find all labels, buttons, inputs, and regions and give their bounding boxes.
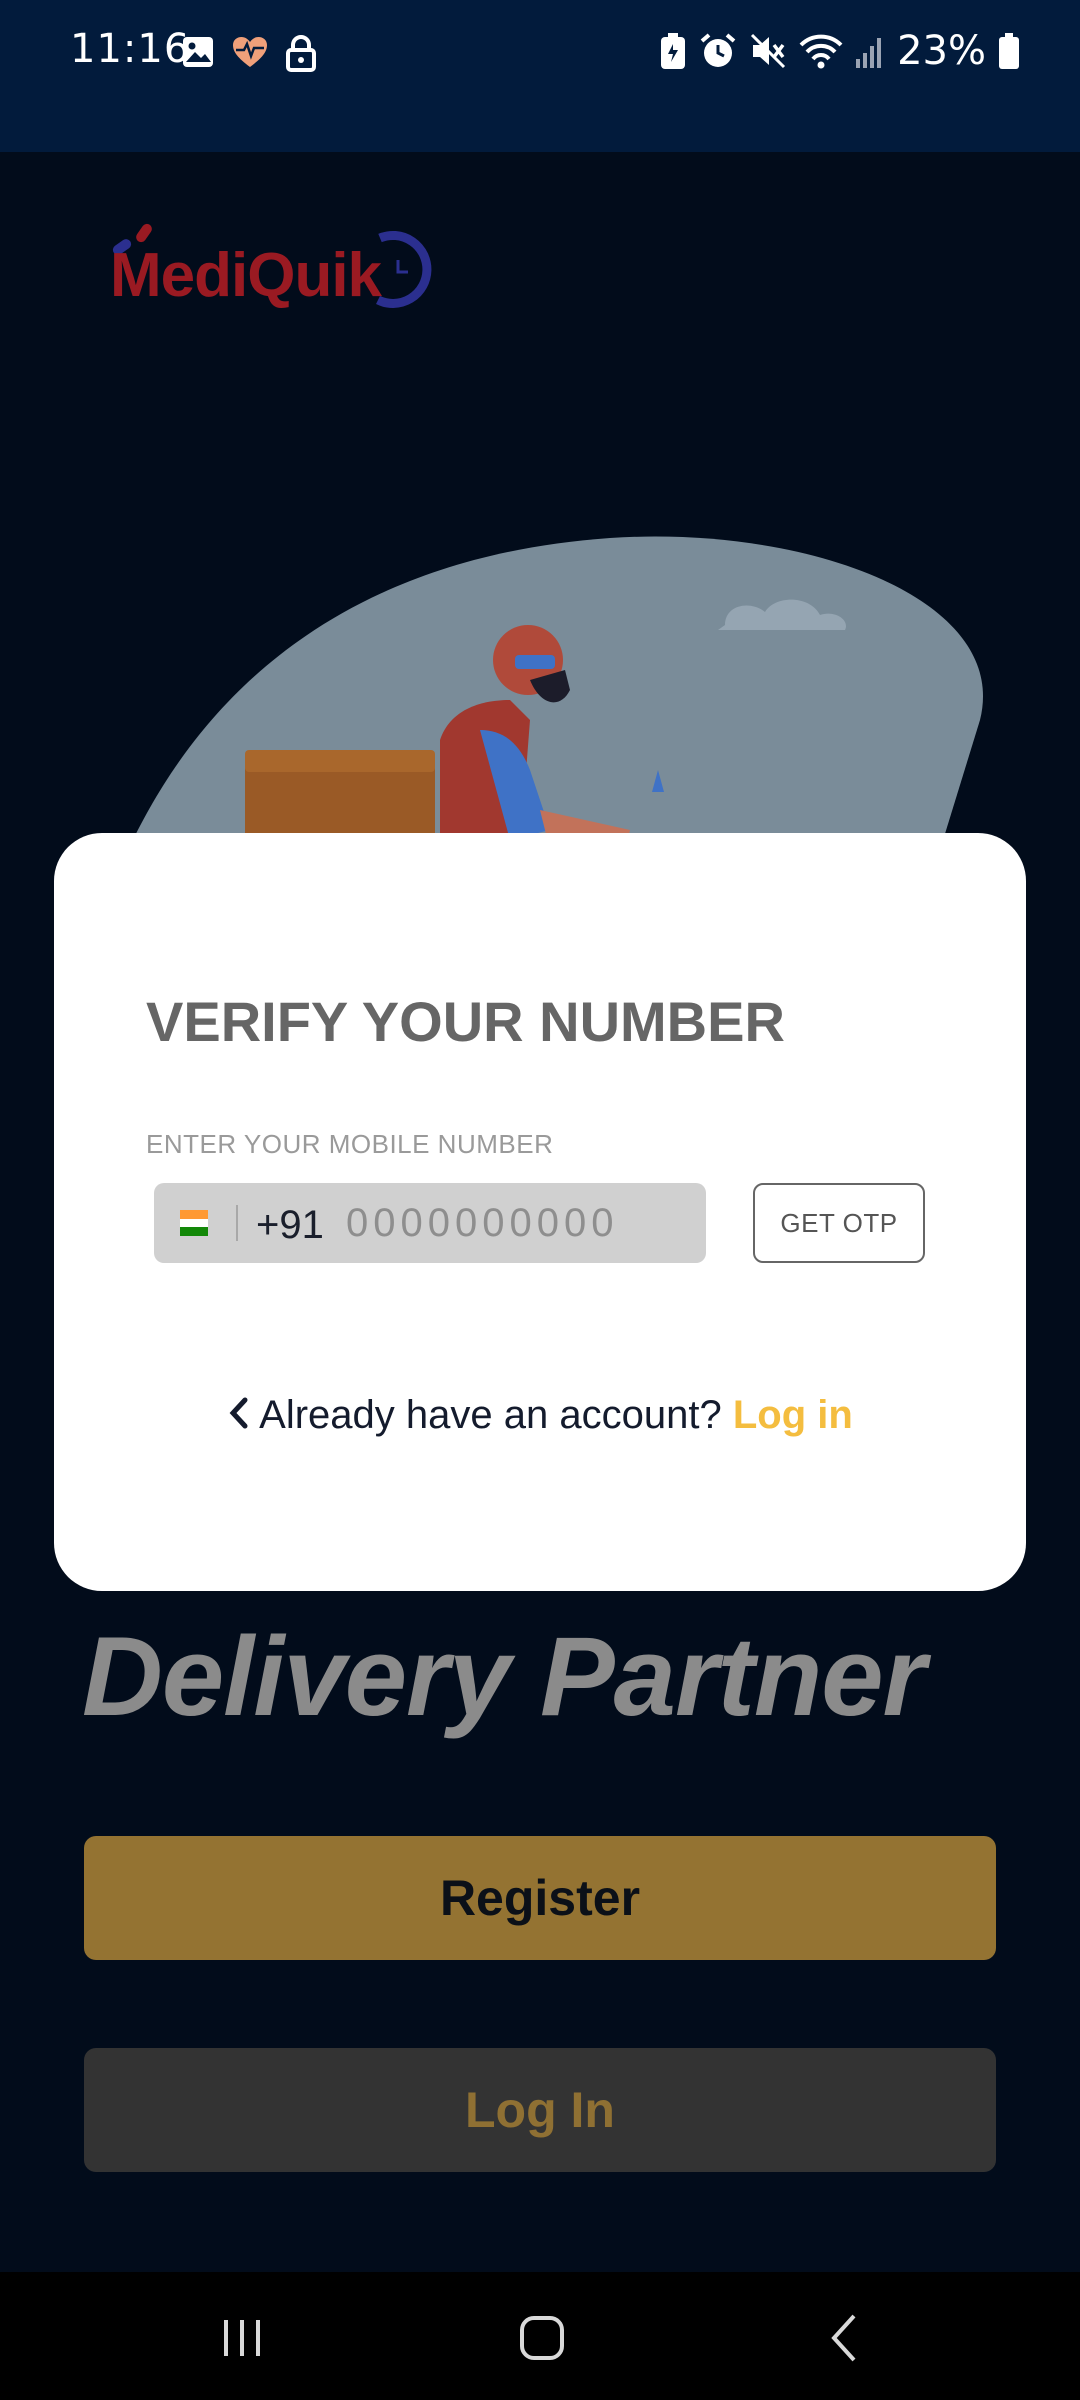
india-flag-icon[interactable] [180,1210,208,1236]
image-icon [183,37,213,67]
status-time: 11:16 [70,26,191,72]
mute-icon [751,33,786,69]
get-otp-button[interactable]: GET OTP [753,1183,925,1263]
battery-percent: 23% [897,28,986,74]
status-notification-icons [180,34,318,72]
register-button[interactable]: Register [84,1836,996,1960]
battery-saver-icon [661,33,686,69]
status-system-icons: 23% [659,28,1020,74]
lock-icon [286,35,316,72]
account-prompt-text: Already have an account? [259,1393,722,1437]
heart-rate-icon [233,37,267,67]
home-icon[interactable] [512,2308,572,2368]
page-headline: Delivery Partner [82,1614,926,1739]
login-button[interactable]: Log In [84,2048,996,2172]
system-navigation-bar [0,2272,1080,2400]
delivery-rider-illustration [128,536,984,850]
country-code: +91 [256,1203,324,1247]
status-bar: 11:16 23% [0,0,1080,152]
chevron-left-icon[interactable] [227,1396,249,1430]
logo-clock-mark [376,230,432,308]
battery-icon [999,33,1019,69]
dialog-title: VERIFY YOUR NUMBER [146,990,785,1053]
signal-icon [856,38,882,68]
wifi-icon [799,34,843,69]
recent-apps-icon[interactable] [212,2308,272,2368]
mobile-number-label: ENTER YOUR MOBILE NUMBER [146,1129,554,1159]
login-link[interactable]: Log in [733,1393,853,1437]
phone-input-group[interactable]: +91 [154,1183,706,1263]
mobile-number-input[interactable] [346,1197,686,1249]
mediquik-logo: MediQuik [110,220,440,320]
input-divider [236,1205,238,1241]
back-icon[interactable] [816,2308,876,2368]
already-have-account-row: Already have an account? Log in [54,1393,1026,1438]
verify-number-dialog: VERIFY YOUR NUMBER ENTER YOUR MOBILE NUM… [54,833,1026,1591]
logo-text: MediQuik [110,241,382,310]
alarm-icon [700,33,736,67]
